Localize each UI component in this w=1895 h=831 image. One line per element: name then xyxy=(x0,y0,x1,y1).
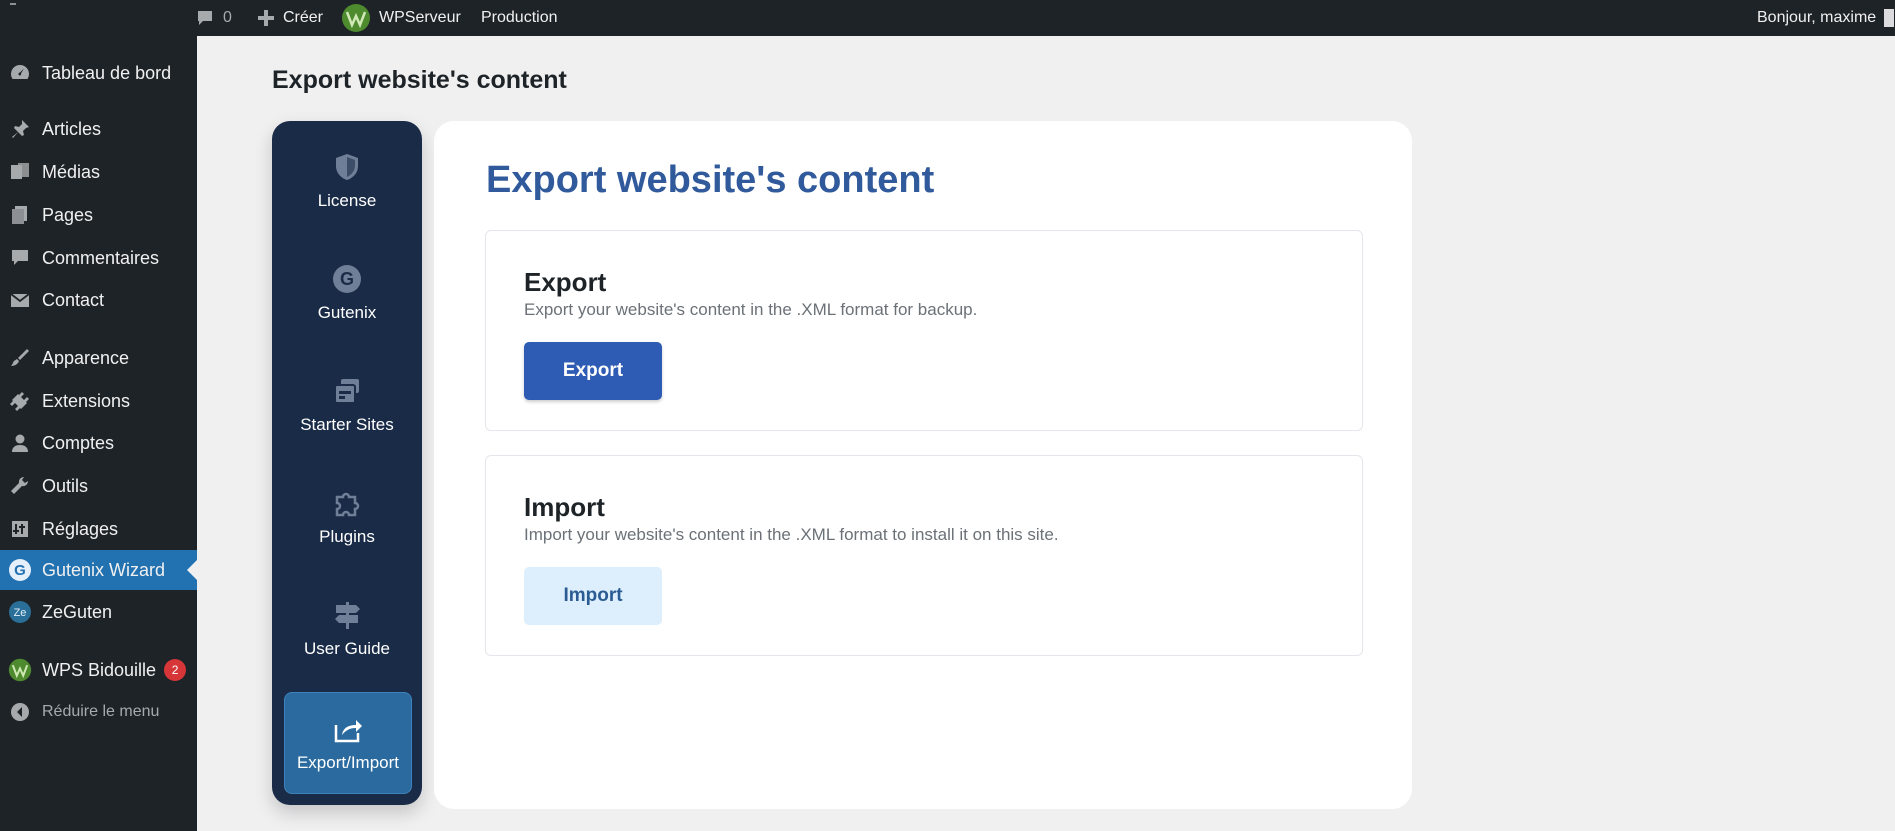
menu-item-zeguten[interactable]: Ze ZeGuten xyxy=(0,592,197,632)
wps-logo-icon xyxy=(8,658,32,682)
panel-title: Export website's content xyxy=(486,159,935,201)
wizard-tab-export-import[interactable]: Export/Import xyxy=(284,692,412,794)
export-button[interactable]: Export xyxy=(524,342,662,400)
media-icon xyxy=(8,160,32,184)
notification-badge: 2 xyxy=(164,659,187,681)
user-icon xyxy=(8,431,32,455)
export-description: Export your website's content in the .XM… xyxy=(524,300,978,319)
wizard-tab-license[interactable]: License xyxy=(284,131,410,231)
menu-item-tableau-de-bord[interactable]: Tableau de bord xyxy=(0,53,197,93)
pages-icon xyxy=(8,203,32,227)
wizard-tab-label: Gutenix xyxy=(317,303,377,322)
import-title: Import xyxy=(524,492,605,522)
menu-item-commentaires[interactable]: Commentaires xyxy=(0,238,197,278)
avatar xyxy=(1884,9,1895,27)
menu-item-contact[interactable]: Contact xyxy=(0,280,197,320)
menu-item-label: Tableau de bord xyxy=(42,62,172,83)
shield-icon xyxy=(336,154,358,180)
greeting-text: Bonjour, maxime xyxy=(1757,9,1877,26)
export-card: Export Export your website's content in … xyxy=(485,230,1363,431)
import-button[interactable]: Import xyxy=(524,567,662,625)
wizard-nav: License G Gutenix Starter Sites Plugins … xyxy=(272,121,422,805)
comment-icon xyxy=(8,246,32,270)
menu-item-outils[interactable]: Outils xyxy=(0,466,197,506)
environment-link[interactable]: Production xyxy=(481,0,558,36)
menu-item-articles[interactable]: Articles xyxy=(0,109,197,149)
mail-icon xyxy=(8,288,32,312)
menu-item-gutenix-wizard[interactable]: G Gutenix Wizard xyxy=(0,550,197,590)
menu-item-label: Pages xyxy=(42,204,94,225)
menu-item-medias[interactable]: Médias xyxy=(0,152,197,192)
menu-item-label: Articles xyxy=(42,118,102,139)
wps-logo-icon xyxy=(342,4,370,32)
menu-item-label: Outils xyxy=(42,475,89,496)
dashboard-icon xyxy=(8,61,32,85)
puzzle-icon xyxy=(335,492,360,517)
account-menu[interactable]: Bonjour, maxime xyxy=(1757,0,1895,36)
menu-item-label: Commentaires xyxy=(42,247,160,268)
export-title: Export xyxy=(524,267,607,297)
site-label: WPServeur xyxy=(379,9,461,26)
wizard-tab-user-guide[interactable]: User Guide xyxy=(284,579,410,679)
create-label: Créer xyxy=(283,9,324,26)
admin-bar: 0 Créer WPServeur Production Bonjour, ma… xyxy=(0,0,1895,36)
signpost-icon xyxy=(335,602,360,629)
content-panel: Export website's content Export Export y… xyxy=(434,121,1412,809)
menu-item-reglages[interactable]: Réglages xyxy=(0,509,197,549)
comments-count: 0 xyxy=(223,9,232,26)
menu-item-label: Contact xyxy=(42,289,105,310)
menu-item-label: Réglages xyxy=(42,518,119,539)
plugin-icon xyxy=(8,389,32,413)
wizard-tab-gutenix[interactable]: G Gutenix xyxy=(284,243,410,343)
settings-icon xyxy=(8,517,32,541)
collapse-arrow-icon xyxy=(8,700,32,724)
menu-item-label: Extensions xyxy=(42,390,131,411)
import-card: Import Import your website's content in … xyxy=(485,455,1363,656)
wizard-tab-label: Starter Sites xyxy=(300,415,394,434)
menu-item-label: Gutenix Wizard xyxy=(42,559,166,580)
menu-item-apparence[interactable]: Apparence xyxy=(0,338,197,378)
admin-menu: Tableau de bord Articles Médias Pages Co… xyxy=(0,36,197,831)
wizard-tab-label: Plugins xyxy=(319,527,375,546)
site-name-link[interactable]: WPServeur xyxy=(341,0,461,36)
environment-label: Production xyxy=(481,9,558,26)
wrench-icon xyxy=(8,474,32,498)
comment-bubble-icon xyxy=(198,11,212,25)
create-new-link[interactable]: Créer xyxy=(257,0,323,36)
wizard-tab-label: License xyxy=(317,191,377,210)
plus-icon xyxy=(258,10,274,26)
menu-item-label: WPS Bidouille xyxy=(42,659,157,680)
share-arrow-icon xyxy=(334,720,362,743)
menu-item-comptes[interactable]: Comptes xyxy=(0,423,197,463)
collapse-menu-button[interactable]: Réduire le menu xyxy=(0,692,197,732)
import-description: Import your website's content in the .XM… xyxy=(524,525,1059,544)
wp-logo-menu[interactable] xyxy=(10,0,16,36)
brush-icon xyxy=(8,346,32,370)
wizard-tab-label: User Guide xyxy=(304,639,390,658)
page-title: Export website's content xyxy=(272,66,567,94)
collapse-menu-label: Réduire le menu xyxy=(42,703,160,720)
wizard-tab-starter-sites[interactable]: Starter Sites xyxy=(284,355,410,455)
svg-text:Ze: Ze xyxy=(14,607,27,619)
menu-item-wps-bidouille[interactable]: WPS Bidouille 2 xyxy=(0,650,197,690)
pin-icon xyxy=(8,117,32,141)
menu-item-pages[interactable]: Pages xyxy=(0,195,197,235)
gutenix-g-icon: G xyxy=(333,265,361,293)
svg-text:G: G xyxy=(340,269,354,289)
menu-item-label: ZeGuten xyxy=(42,601,113,622)
comments-link[interactable]: 0 xyxy=(195,0,232,36)
zeguten-icon: Ze xyxy=(8,600,32,624)
svg-text:G: G xyxy=(14,562,26,579)
menu-item-extensions[interactable]: Extensions xyxy=(0,381,197,421)
wp-logo-icon xyxy=(10,3,16,5)
menu-item-label: Médias xyxy=(42,161,101,182)
menu-item-label: Comptes xyxy=(42,432,115,453)
wizard-tab-label: Export/Import xyxy=(296,753,400,772)
menu-item-label: Apparence xyxy=(42,347,130,368)
wizard-tab-plugins[interactable]: Plugins xyxy=(284,467,410,567)
layout-icon xyxy=(334,379,359,404)
gutenix-g-icon: G xyxy=(8,558,32,582)
